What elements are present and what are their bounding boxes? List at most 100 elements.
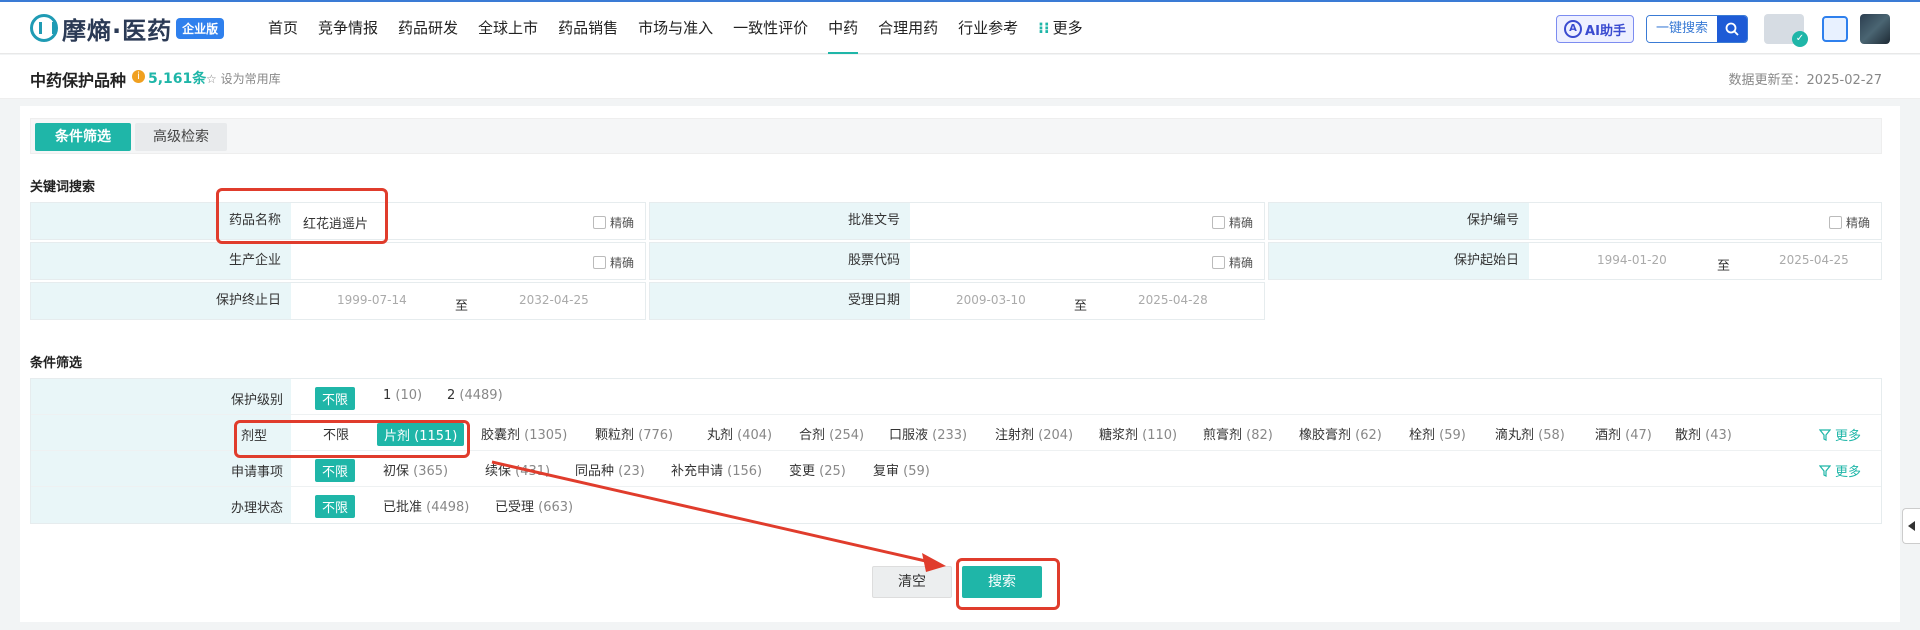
approval-no-input[interactable] bbox=[922, 213, 1222, 229]
ai-assistant-button[interactable]: A AI助手 bbox=[1556, 15, 1634, 43]
filter-option[interactable]: 煎膏剂 (82) bbox=[1203, 424, 1273, 443]
vip-badge-icon[interactable]: ✓ bbox=[1764, 14, 1808, 47]
filter-option[interactable]: 合剂 (254) bbox=[799, 424, 864, 443]
nav-item-home[interactable]: 首页 bbox=[268, 2, 298, 54]
filter-option[interactable]: 初保 (365) bbox=[383, 460, 448, 479]
filter-option[interactable]: 酒剂 (47) bbox=[1595, 424, 1652, 443]
filter-option[interactable]: 同品种 (23) bbox=[575, 460, 645, 479]
apply-more-link[interactable]: 更多 bbox=[1818, 461, 1861, 480]
ai-assistant-label: AI助手 bbox=[1585, 23, 1626, 39]
more-label: 更多 bbox=[1834, 429, 1861, 444]
page-header: 中药保护品种 i 5,161条 ☆ 设为常用库 数据更新至：2025-02-27 bbox=[0, 55, 1920, 99]
filter-label-level: 保护级别 bbox=[230, 393, 283, 408]
collapse-arrow-icon[interactable] bbox=[1902, 508, 1920, 544]
manufacturer-field: 生产企业 精确 bbox=[30, 242, 646, 280]
dosage-more-link[interactable]: 更多 bbox=[1818, 425, 1861, 444]
search-button[interactable]: 搜索 bbox=[962, 566, 1042, 598]
approval-no-exact-checkbox[interactable]: 精确 bbox=[1212, 214, 1253, 231]
filter-option[interactable]: 1 (10) bbox=[383, 388, 422, 403]
nav-item-global[interactable]: 全球上市 bbox=[478, 2, 538, 54]
nav-item-market[interactable]: 市场与准入 bbox=[638, 2, 713, 54]
nav-item-industry[interactable]: 行业参考 bbox=[958, 2, 1018, 54]
filter-option[interactable]: 变更 (25) bbox=[789, 460, 846, 479]
stock-code-exact-checkbox[interactable]: 精确 bbox=[1212, 254, 1253, 271]
protect-no-exact-checkbox[interactable]: 精确 bbox=[1829, 214, 1870, 231]
drug-name-exact-checkbox[interactable]: 精确 bbox=[593, 214, 634, 231]
protect-end-field: 保护终止日 1999-07-14 至 2032-04-25 bbox=[30, 282, 646, 320]
protect-start-field: 保护起始日 1994-01-20 至 2025-04-25 bbox=[1268, 242, 1882, 280]
filter-option[interactable]: 丸剂 (404) bbox=[707, 424, 772, 443]
manufacturer-input[interactable] bbox=[303, 253, 603, 269]
protect-no-input[interactable] bbox=[1541, 213, 1841, 229]
filter-option[interactable]: 颗粒剂 (776) bbox=[595, 424, 673, 443]
filter-option[interactable]: 补充申请 (156) bbox=[671, 460, 762, 479]
search-icon[interactable] bbox=[1717, 16, 1747, 42]
filter-option[interactable]: 续保 (431) bbox=[485, 460, 550, 479]
filter-row-dosage: 剂型 不限 片剂 (1151) 胶囊剂 (1305) 颗粒剂 (776) 丸剂 … bbox=[31, 415, 1881, 451]
filter-option[interactable]: 已受理 (663) bbox=[495, 496, 573, 515]
logo-icon bbox=[30, 14, 58, 42]
star-icon: ☆ bbox=[206, 72, 217, 86]
nav-item-competition[interactable]: 竞争情报 bbox=[318, 2, 378, 54]
main-menu: 首页 竞争情报 药品研发 全球上市 药品销售 市场与准入 一致性评价 中药 合理… bbox=[268, 2, 1103, 54]
manufacturer-exact-checkbox[interactable]: 精确 bbox=[593, 254, 634, 271]
drug-name-input[interactable]: 红花逍遥片 bbox=[303, 213, 368, 232]
drug-name-field: 药品名称 红花逍遥片 精确 bbox=[30, 202, 646, 240]
filter-option[interactable]: 已批准 (4498) bbox=[383, 496, 469, 515]
filter-option[interactable]: 口服液 (233) bbox=[889, 424, 967, 443]
filter-option[interactable]: 橡胶膏剂 (62) bbox=[1299, 424, 1382, 443]
filter-label-status: 办理状态 bbox=[230, 501, 283, 516]
protect-no-label: 保护编号 bbox=[1269, 203, 1529, 239]
filter-option[interactable]: 不限 bbox=[323, 424, 349, 443]
nav-item-tcm[interactable]: 中药 bbox=[828, 2, 859, 54]
accept-date-from-input[interactable]: 2009-03-10 bbox=[956, 293, 1026, 307]
protect-end-from-input[interactable]: 1999-07-14 bbox=[337, 293, 407, 307]
filter-option[interactable]: 复审 (59) bbox=[873, 460, 930, 479]
checkbox-icon bbox=[1829, 216, 1842, 229]
accept-date-to-input[interactable]: 2025-04-28 bbox=[1138, 293, 1208, 307]
tab-advanced-search[interactable]: 高级检索 bbox=[135, 123, 227, 151]
filter-option[interactable]: 不限 bbox=[315, 387, 356, 410]
filter-section-label: 条件筛选 bbox=[30, 356, 83, 371]
filter-option[interactable]: 不限 bbox=[315, 459, 356, 482]
set-favorite-link[interactable]: ☆ 设为常用库 bbox=[206, 70, 281, 87]
brand-logo[interactable]: 摩熵·医药 企业版 bbox=[30, 12, 225, 45]
filter-option[interactable]: 散剂 (43) bbox=[1675, 424, 1732, 443]
tab-condition-filter[interactable]: 条件筛选 bbox=[35, 123, 131, 151]
nav-item-rational[interactable]: 合理用药 bbox=[878, 2, 938, 54]
manufacturer-label: 生产企业 bbox=[31, 243, 291, 279]
filter-row-level: 保护级别 不限 1 (10) 2 (4489) bbox=[31, 379, 1881, 415]
filter-option[interactable]: 2 (4489) bbox=[447, 388, 503, 403]
nav-item-more[interactable]: ⁝⁝ 更多 bbox=[1038, 2, 1082, 54]
nav-item-rd[interactable]: 药品研发 bbox=[398, 2, 458, 54]
protect-start-from-input[interactable]: 1994-01-20 bbox=[1597, 253, 1667, 267]
brand-name: 摩熵·医药 bbox=[62, 16, 173, 45]
quick-search-button[interactable]: 一键搜索 bbox=[1646, 15, 1748, 43]
protect-start-to-input[interactable]: 2025-04-25 bbox=[1779, 253, 1849, 267]
filter-option-selected[interactable]: 片剂 (1151) bbox=[377, 423, 465, 446]
stock-code-label: 股票代码 bbox=[650, 243, 910, 279]
stock-code-input[interactable] bbox=[922, 253, 1222, 269]
clear-button[interactable]: 清空 bbox=[872, 566, 952, 598]
filter-option[interactable]: 栓剂 (59) bbox=[1409, 424, 1466, 443]
filter-option[interactable]: 糖浆剂 (110) bbox=[1099, 424, 1177, 443]
book-icon[interactable] bbox=[1822, 16, 1848, 42]
protect-end-label: 保护终止日 bbox=[31, 283, 291, 319]
protect-start-label: 保护起始日 bbox=[1269, 243, 1529, 279]
top-nav: 摩熵·医药 企业版 首页 竞争情报 药品研发 全球上市 药品销售 市场与准入 一… bbox=[0, 2, 1920, 54]
filter-option[interactable]: 注射剂 (204) bbox=[995, 424, 1073, 443]
filter-option[interactable]: 滴丸剂 (58) bbox=[1495, 424, 1565, 443]
approval-no-label: 批准文号 bbox=[650, 203, 910, 239]
info-icon[interactable]: i bbox=[132, 70, 145, 83]
record-count: 5,161条 bbox=[148, 71, 207, 87]
range-separator: 至 bbox=[455, 299, 469, 314]
avatar[interactable] bbox=[1860, 14, 1890, 44]
range-separator: 至 bbox=[1717, 259, 1731, 274]
approval-no-field: 批准文号 精确 bbox=[649, 202, 1265, 240]
filter-option[interactable]: 不限 bbox=[315, 495, 356, 518]
exact-label: 精确 bbox=[1846, 216, 1871, 230]
nav-item-consistency[interactable]: 一致性评价 bbox=[733, 2, 808, 54]
nav-item-sales[interactable]: 药品销售 bbox=[558, 2, 618, 54]
protect-end-to-input[interactable]: 2032-04-25 bbox=[519, 293, 589, 307]
filter-option[interactable]: 胶囊剂 (1305) bbox=[481, 424, 567, 443]
